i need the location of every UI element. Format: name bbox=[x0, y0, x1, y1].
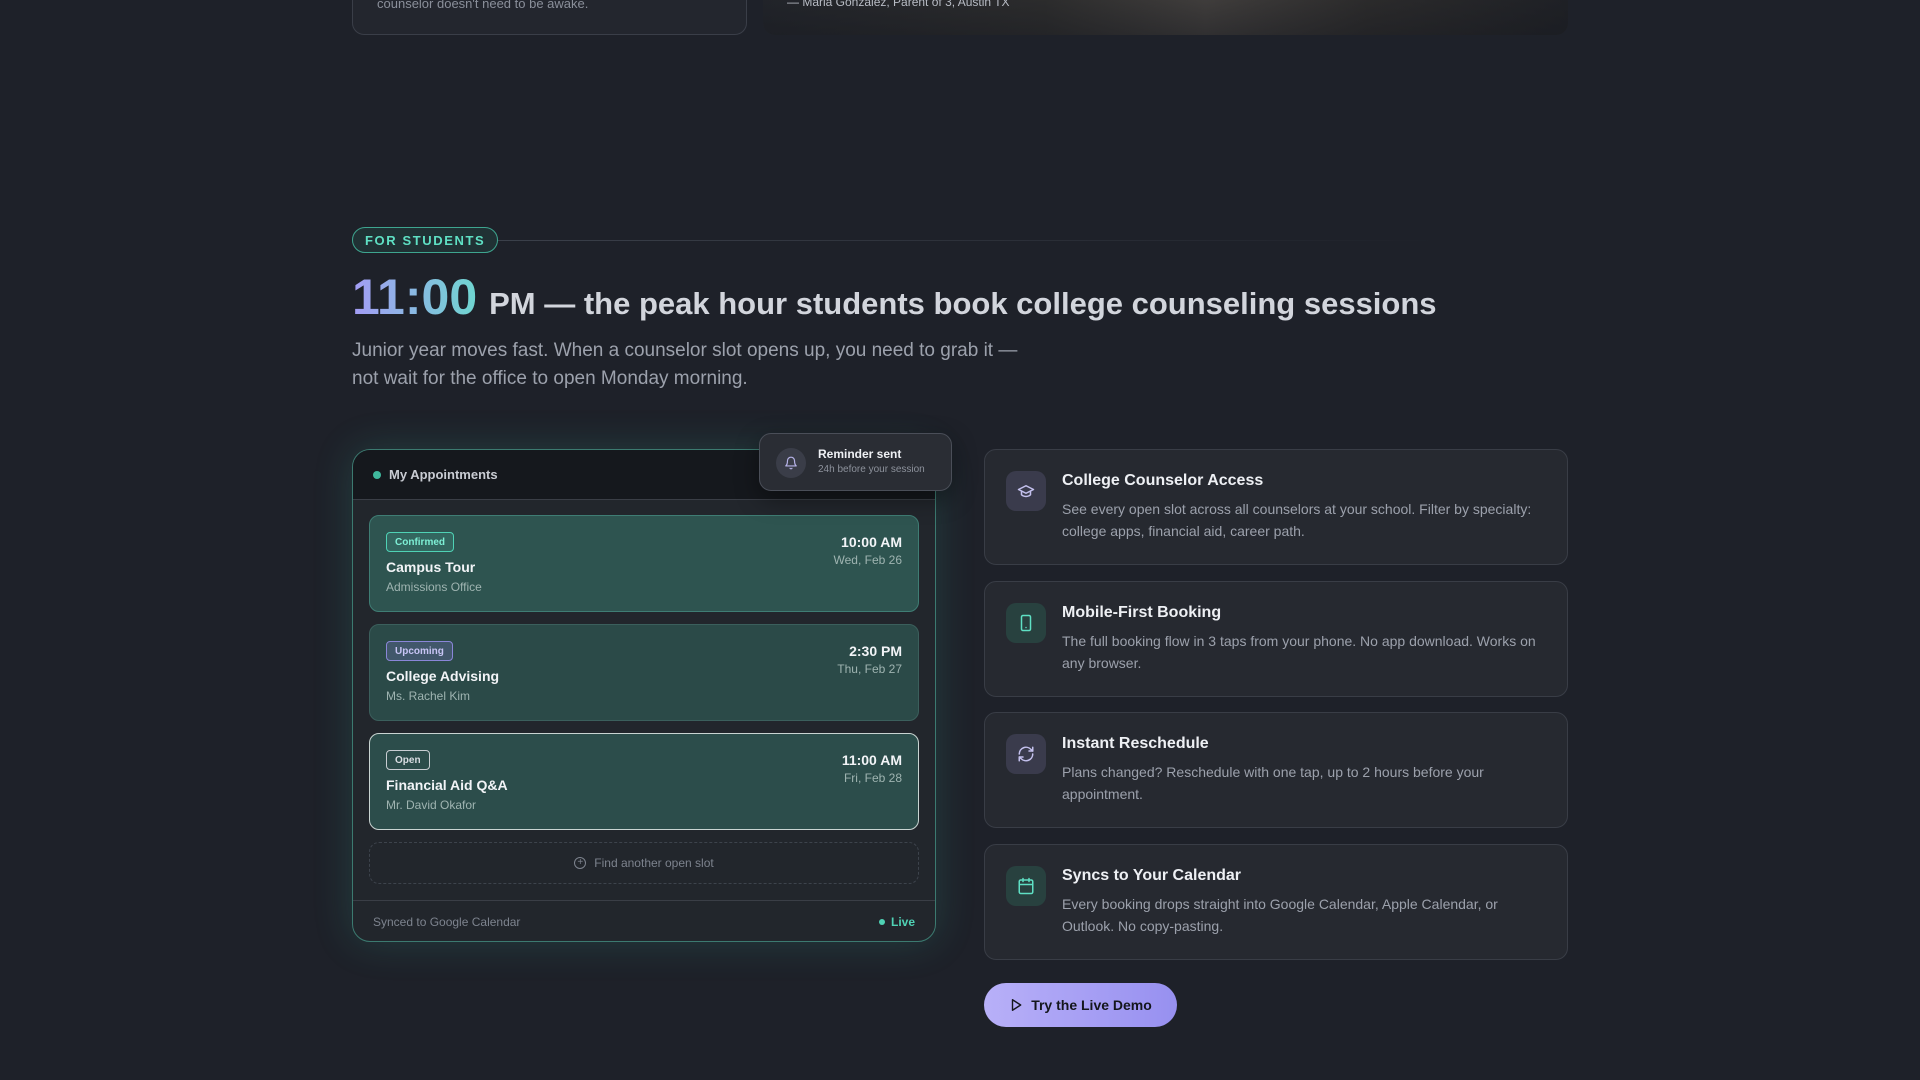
appointment-name: Financial Aid Q&A bbox=[386, 777, 508, 793]
appointment-host: Mr. David Okafor bbox=[386, 798, 477, 812]
toast-subtitle: 24h before your session bbox=[818, 464, 925, 475]
feature-description: The full booking flow in 3 taps from you… bbox=[1062, 633, 1536, 671]
testimonial-photo-card: — Maria Gonzalez, Parent of 3, Austin TX bbox=[763, 0, 1568, 35]
appointment-time: 11:00 AM bbox=[841, 752, 902, 768]
live-label: Live bbox=[890, 915, 915, 929]
panel-footer: Synced to Google Calendar Live bbox=[353, 900, 935, 941]
feature-title: College Counselor Access bbox=[1062, 472, 1264, 489]
feature-title: Syncs to Your Calendar bbox=[1062, 867, 1242, 884]
appointment-date: Wed, Feb 26 bbox=[833, 553, 902, 567]
appointments-panel: My Appointments Confirmed Campus Tour Ad… bbox=[352, 449, 936, 942]
section-divider bbox=[498, 240, 1438, 241]
appointment-host: Admissions Office bbox=[386, 580, 482, 594]
cta-label: Try the Live Demo bbox=[1031, 997, 1152, 1013]
previous-card-text: counselor doesn't need to be awake. bbox=[377, 0, 589, 11]
section-tag: FOR STUDENTS bbox=[352, 227, 499, 253]
panel-title: My Appointments bbox=[389, 467, 498, 482]
toast-title: Reminder sent bbox=[818, 447, 902, 461]
appointment-card[interactable]: Open Financial Aid Q&A Mr. David Okafor … bbox=[369, 733, 919, 830]
feature-card-calendar-sync: Syncs to Your Calendar Every booking dro… bbox=[984, 844, 1568, 960]
feature-description: Plans changed? Reschedule with one tap, … bbox=[1062, 764, 1484, 802]
feature-card-counselor-access: College Counselor Access See every open … bbox=[984, 449, 1568, 565]
appointment-name: Campus Tour bbox=[386, 559, 476, 575]
status-dot bbox=[373, 470, 381, 479]
live-indicator: Live bbox=[878, 915, 915, 929]
appointment-host: Ms. Rachel Kim bbox=[386, 689, 471, 703]
graduation-cap-icon bbox=[1006, 471, 1046, 511]
appointment-time: 10:00 AM bbox=[841, 534, 902, 550]
headline-time: 11:00 bbox=[352, 269, 478, 325]
reminder-toast: Reminder sent 24h before your session bbox=[759, 433, 952, 491]
find-slot-label: Find another open slot bbox=[594, 856, 714, 870]
feature-title: Instant Reschedule bbox=[1062, 735, 1209, 752]
appointment-date: Fri, Feb 28 bbox=[843, 771, 902, 785]
bell-icon bbox=[776, 448, 806, 478]
feature-card-mobile-booking: Mobile-First Booking The full booking fl… bbox=[984, 581, 1568, 697]
previous-feature-card: counselor doesn't need to be awake. bbox=[352, 0, 747, 35]
status-badge: Confirmed bbox=[386, 532, 454, 552]
calendar-icon bbox=[1006, 866, 1046, 906]
appointment-time: 2:30 PM bbox=[849, 643, 902, 659]
phone-icon bbox=[1006, 603, 1046, 643]
feature-description: Every booking drops straight into Google… bbox=[1062, 896, 1498, 934]
section-headline: 11:00 PM — the peak hour students book c… bbox=[352, 268, 1437, 326]
try-live-demo-button[interactable]: Try the Live Demo bbox=[984, 983, 1177, 1027]
status-badge: Open bbox=[386, 750, 430, 770]
find-slot-button[interactable]: + Find another open slot bbox=[369, 842, 919, 884]
play-icon bbox=[1012, 999, 1022, 1011]
feature-title: Mobile-First Booking bbox=[1062, 604, 1222, 621]
testimonial-attribution: — Maria Gonzalez, Parent of 3, Austin TX bbox=[787, 0, 1010, 9]
plus-circle-icon: + bbox=[574, 857, 587, 869]
feature-card-instant-reschedule: Instant Reschedule Plans changed? Resche… bbox=[984, 712, 1568, 828]
sync-status: Synced to Google Calendar bbox=[373, 915, 521, 929]
appointment-name: College Advising bbox=[386, 668, 500, 684]
refresh-icon bbox=[1006, 734, 1046, 774]
appointment-card[interactable]: Upcoming College Advising Ms. Rachel Kim… bbox=[369, 624, 919, 721]
appointment-date: Thu, Feb 27 bbox=[837, 662, 902, 676]
live-dot bbox=[878, 919, 885, 925]
feature-description: See every open slot across all counselor… bbox=[1062, 501, 1532, 539]
appointment-card[interactable]: Confirmed Campus Tour Admissions Office … bbox=[369, 515, 919, 612]
headline-text: PM — the peak hour students book college… bbox=[489, 286, 1437, 321]
status-badge: Upcoming bbox=[386, 641, 453, 661]
section-subtitle: Junior year moves fast. When a counselor… bbox=[352, 340, 1018, 389]
